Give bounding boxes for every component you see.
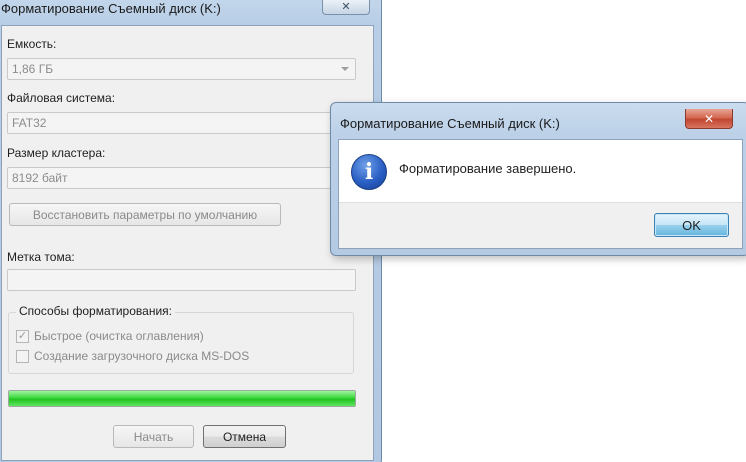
quick-format-label: Быстрое (очистка оглавления) [34,329,204,343]
format-dialog: Форматирование Съемный диск (K:) ✕ Емкос… [0,0,382,462]
capacity-label: Емкость: [7,37,57,51]
capacity-select[interactable]: 1,86 ГБ [7,58,356,80]
msdos-boot-checkbox[interactable] [16,349,29,363]
quick-format-option[interactable]: ✓ Быстрое (очистка оглавления) [16,329,204,343]
start-button[interactable]: Начать [113,425,194,448]
restore-defaults-button[interactable]: Восстановить параметры по умолчанию [9,203,281,226]
info-icon: i [351,154,387,190]
filesystem-label: Файловая система: [7,91,116,105]
message-box-footer: OK [339,202,742,248]
cluster-size-label: Размер кластера: [7,146,106,160]
message-text: Форматирование завершено. [399,161,577,176]
message-box-body: i Форматирование завершено. OK [338,139,743,249]
filesystem-value: FAT32 [12,116,47,130]
filesystem-select[interactable]: FAT32 [7,112,356,134]
format-progress-bar [8,390,356,407]
format-progress-fill [9,391,355,406]
message-box-title: Форматирование Съемный диск (K:) [340,116,560,131]
close-icon: ✕ [703,111,715,126]
cluster-size-select[interactable]: 8192 байт [7,167,356,189]
ok-button[interactable]: OK [654,213,729,237]
msdos-boot-option[interactable]: Создание загрузочного диска MS-DOS [16,349,249,363]
message-box-close-button[interactable]: ✕ [685,109,733,129]
capacity-value: 1,86 ГБ [12,62,54,76]
format-dialog-close-button[interactable]: ✕ [322,0,370,15]
format-dialog-body: Емкость: 1,86 ГБ Файловая система: FAT32… [1,25,374,461]
quick-format-checkbox[interactable]: ✓ [16,329,29,343]
message-box: Форматирование Съемный диск (K:) ✕ i Фор… [330,102,746,256]
msdos-boot-label: Создание загрузочного диска MS-DOS [34,349,250,363]
volume-label-input[interactable] [7,269,356,291]
chevron-down-icon [341,67,349,71]
cluster-size-value: 8192 байт [12,171,68,185]
format-options-title: Способы форматирования: [16,304,175,318]
volume-label-label: Метка тома: [7,250,75,264]
format-dialog-title: Форматирование Съемный диск (K:) [1,1,221,16]
format-options-group [8,312,354,374]
close-icon: ✕ [341,1,351,13]
cancel-button[interactable]: Отмена [203,425,286,448]
